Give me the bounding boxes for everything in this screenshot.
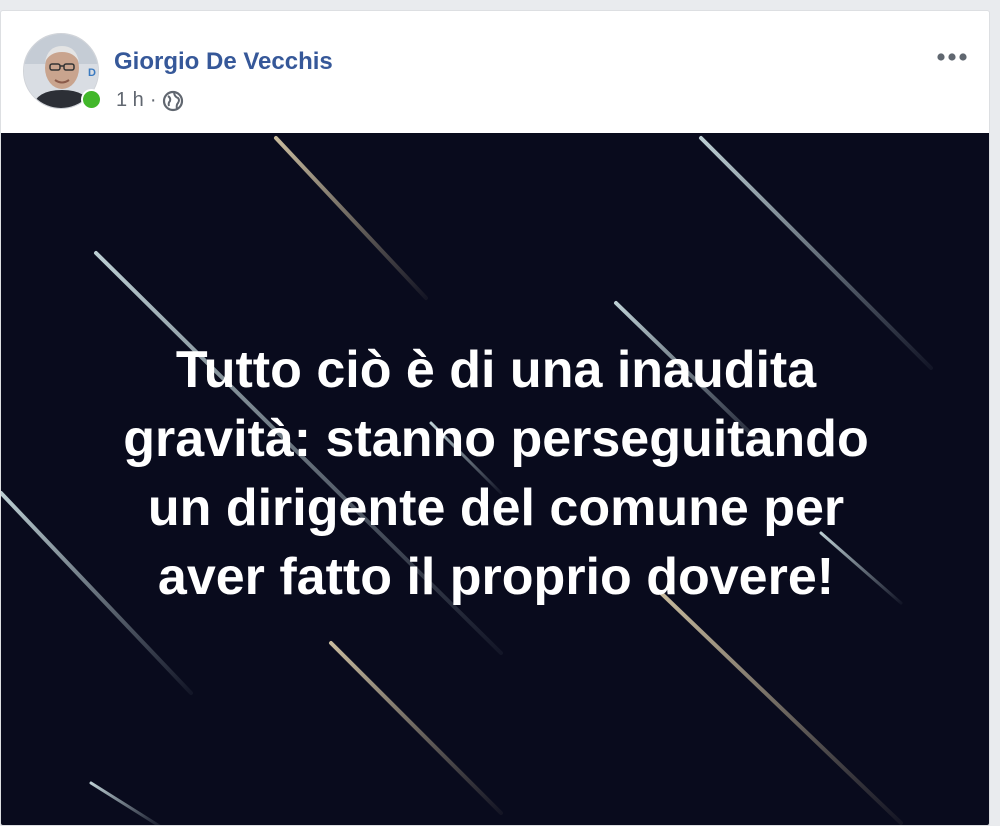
post-meta: 1 h · xyxy=(116,89,184,112)
avatar[interactable]: D xyxy=(23,33,102,111)
post-image-text: Tutto ciò è di una inaudita gravità: sta… xyxy=(41,336,951,612)
author-name-link[interactable]: Giorgio De Vecchis xyxy=(114,48,333,76)
globe-icon[interactable] xyxy=(162,90,184,112)
post-image[interactable]: Tutto ciò è di una inaudita gravità: sta… xyxy=(1,133,989,825)
post-image-text-line: gravità: stanno perseguitando xyxy=(123,410,869,468)
more-options-icon[interactable] xyxy=(933,45,971,69)
post-timestamp[interactable]: 1 h xyxy=(116,89,144,112)
online-dot-icon xyxy=(81,89,102,110)
post-image-text-line: aver fatto il proprio dovere! xyxy=(157,548,835,606)
meta-separator: · xyxy=(149,89,157,111)
post-image-text-line: Tutto ciò è di una inaudita xyxy=(175,341,817,399)
post-image-text-line: un dirigente del comune per xyxy=(147,479,845,537)
post-card: D Giorgio De Vecchis 1 h · Tutto ciò è d… xyxy=(0,10,990,826)
post-header: D Giorgio De Vecchis 1 h · xyxy=(1,11,989,133)
svg-text:D: D xyxy=(88,67,96,79)
